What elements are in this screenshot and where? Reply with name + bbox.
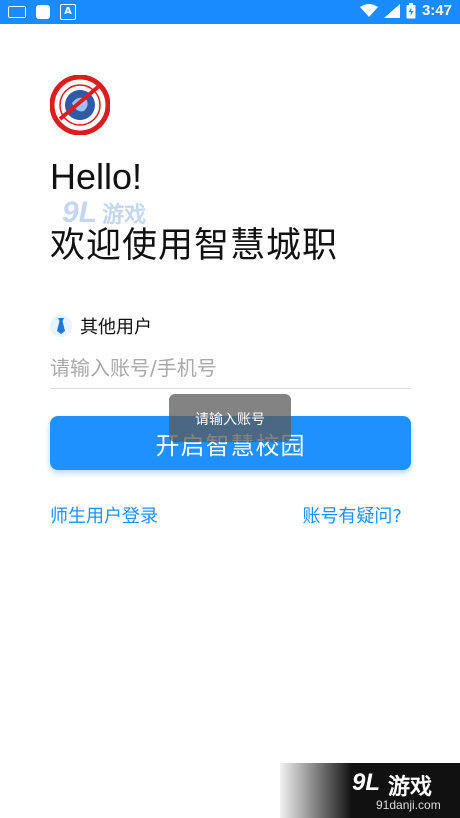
user-type-label: 其他用户	[80, 317, 152, 338]
watermark-bottom-logo: 9L	[352, 769, 381, 796]
account-help-link[interactable]: 账号有疑问?	[302, 502, 402, 528]
welcome-title: 欢迎使用智慧城职	[50, 226, 339, 266]
watermark-bottom-brand: 游戏	[388, 775, 433, 800]
staff-student-login-link[interactable]: 师生用户登录	[50, 502, 158, 528]
notification-square-icon	[36, 5, 50, 19]
login-page: A 3:47 9L 游戏 Hello! 欢迎使用智慧城职 其他用户 请输入账号/…	[0, 0, 460, 818]
status-system: 3:47	[359, 2, 452, 19]
watermark-site: 91danji.com	[376, 798, 441, 812]
app-a-icon: A	[60, 4, 76, 20]
status-time: 3:47	[421, 2, 452, 19]
school-emblem-icon	[49, 74, 111, 136]
watermark-bottom: 9L 游戏 91danji.com	[280, 763, 460, 818]
toast-message: 请输入账号	[169, 394, 291, 442]
account-input[interactable]	[50, 348, 411, 389]
battery-icon	[406, 2, 416, 18]
tie-icon	[50, 315, 72, 337]
school-logo	[49, 74, 111, 136]
greeting-title: Hello!	[50, 156, 143, 197]
user-type-selector[interactable]: 其他用户	[50, 313, 152, 339]
status-notifications: A	[8, 4, 76, 20]
wifi-icon	[359, 3, 378, 17]
status-bar: A 3:47	[0, 0, 460, 24]
keyboard-icon	[8, 6, 26, 18]
signal-icon	[383, 3, 400, 18]
